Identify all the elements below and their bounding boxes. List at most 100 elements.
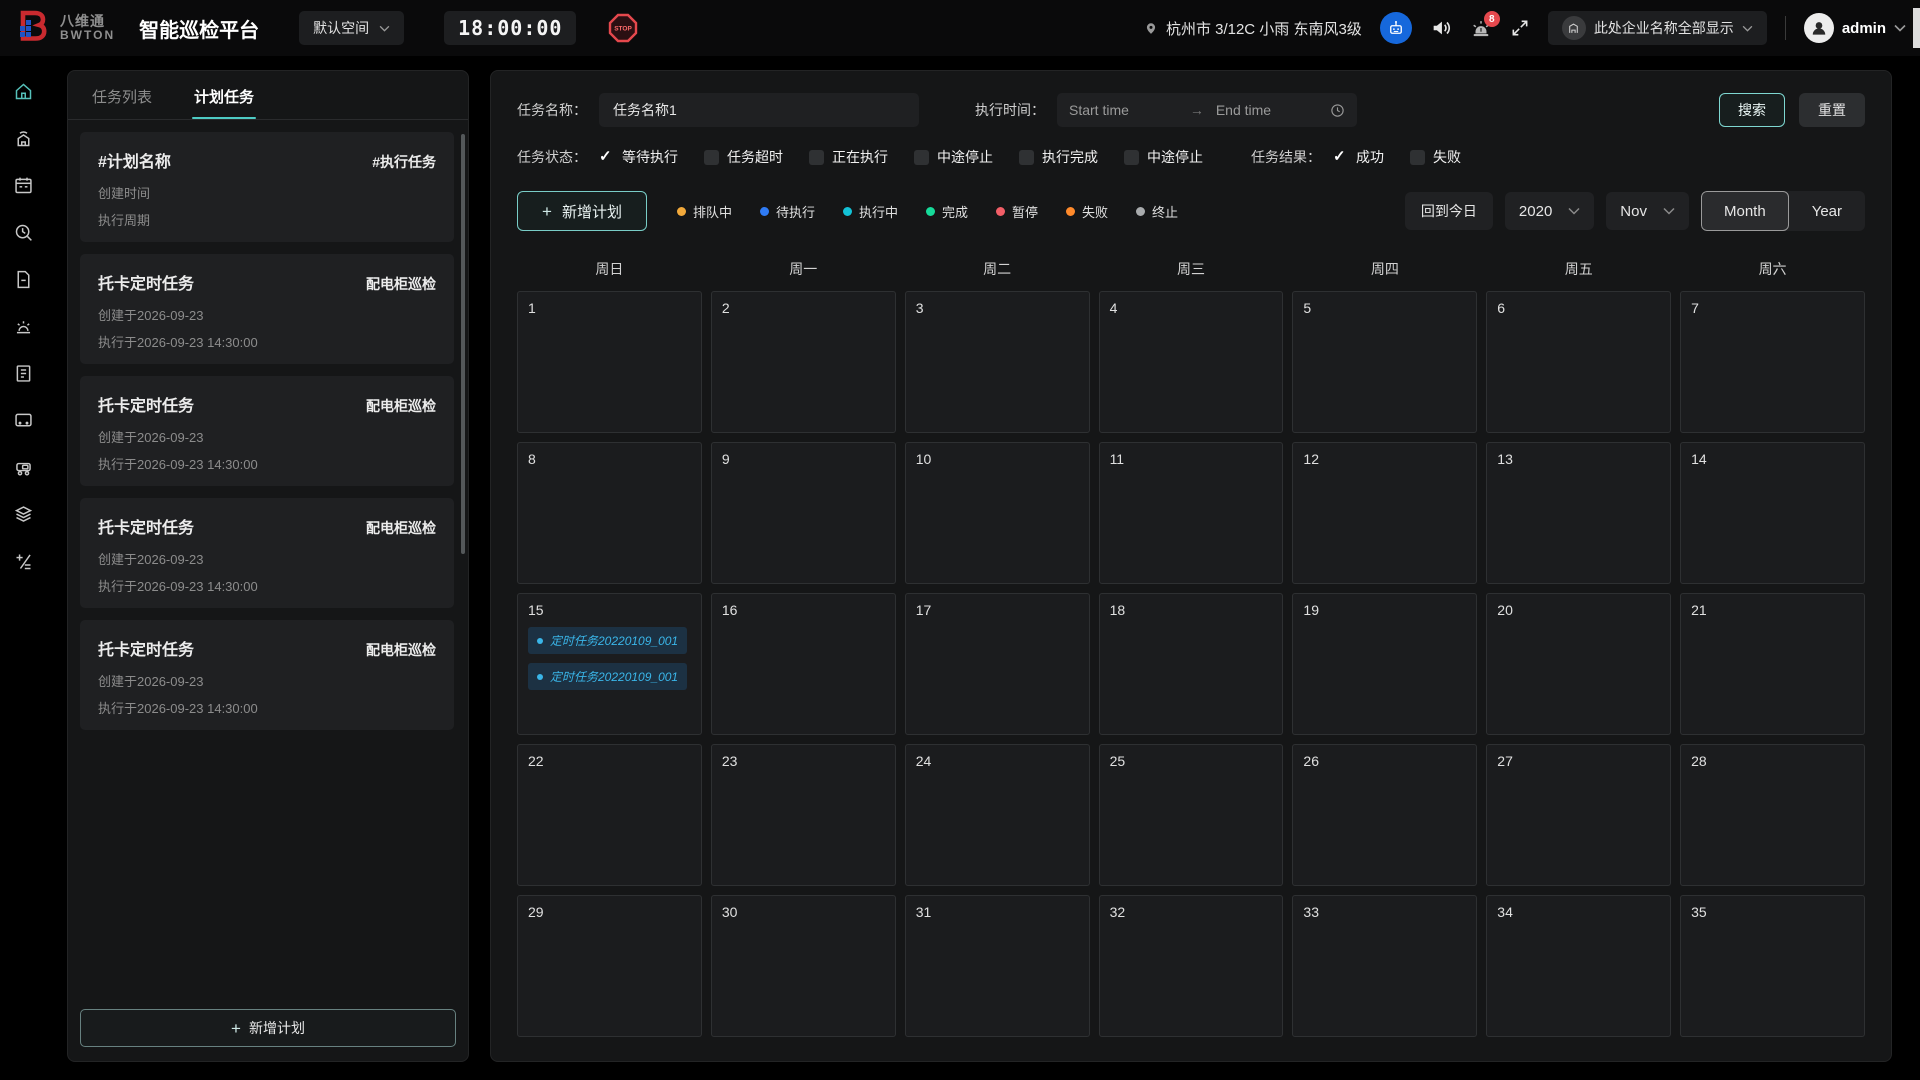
brand-name-en: BWTON — [60, 29, 115, 42]
month-select-value: Nov — [1620, 203, 1647, 220]
user-menu[interactable]: admin — [1804, 13, 1906, 43]
calendar-day-cell[interactable]: 15 定时任务20220109_001 定时任务20220109_001 — [517, 593, 702, 735]
task-card[interactable]: 托卡定时任务 配电柜巡检 创建于2026-09-23 执行于2026-09-23… — [80, 376, 454, 486]
tab-planned-tasks[interactable]: 计划任务 — [192, 71, 256, 119]
calendar-day-cell[interactable]: 28 — [1680, 744, 1865, 886]
calendar-day-cell[interactable]: 10 — [905, 442, 1090, 584]
calendar-day-cell[interactable]: 12 — [1292, 442, 1477, 584]
task-card[interactable]: 托卡定时任务 配电柜巡检 创建于2026-09-23 执行于2026-09-23… — [80, 498, 454, 608]
month-select[interactable]: Nov — [1606, 192, 1689, 230]
calendar-day-cell[interactable]: 8 — [517, 442, 702, 584]
task-card-list: #计划名称 #执行任务 创建时间 执行周期 托卡定时任务 配电柜巡检 创建于20… — [68, 120, 468, 997]
task-card[interactable]: 托卡定时任务 配电柜巡检 创建于2026-09-23 执行于2026-09-23… — [80, 254, 454, 364]
task-card-template[interactable]: #计划名称 #执行任务 创建时间 执行周期 — [80, 132, 454, 242]
time-range-picker[interactable]: Start time → End time — [1057, 93, 1357, 127]
sidebar-item-adjust[interactable] — [6, 544, 40, 578]
alarm-button[interactable]: 8 — [1470, 17, 1492, 39]
calendar-day-cell[interactable]: 7 — [1680, 291, 1865, 433]
tab-task-list[interactable]: 任务列表 — [90, 71, 154, 119]
list-scrollbar[interactable] — [461, 134, 465, 554]
day-number: 15 — [528, 602, 691, 618]
calendar-day-cell[interactable]: 5 — [1292, 291, 1477, 433]
add-plan-button-sidebar[interactable]: + 新增计划 — [80, 1009, 456, 1047]
calendar-day-cell[interactable]: 22 — [517, 744, 702, 886]
expand-icon — [1510, 18, 1530, 38]
reset-button[interactable]: 重置 — [1799, 93, 1865, 127]
calendar-day-cell[interactable]: 18 — [1099, 593, 1284, 735]
fullscreen-button[interactable] — [1510, 18, 1530, 38]
calendar-day-cell[interactable]: 31 — [905, 895, 1090, 1037]
sidebar-item-home[interactable] — [6, 74, 40, 108]
sidebar-item-robot[interactable] — [6, 450, 40, 484]
status-checkbox-running[interactable]: 正在执行 — [809, 147, 888, 167]
sidebar-item-inspection-search[interactable] — [6, 215, 40, 249]
sidebar-item-document[interactable] — [6, 262, 40, 296]
task-name-input[interactable] — [599, 93, 919, 127]
calendar-day-cell[interactable]: 29 — [517, 895, 702, 1037]
calendar-event-chip[interactable]: 定时任务20220109_001 — [528, 627, 687, 654]
view-toggle-month[interactable]: Month — [1701, 191, 1789, 231]
calendar-day-cell[interactable]: 19 — [1292, 593, 1477, 735]
calendar-day-cell[interactable]: 30 — [711, 895, 896, 1037]
add-plan-button[interactable]: + 新增计划 — [517, 191, 647, 231]
enterprise-selector[interactable]: 此处企业名称全部显示 — [1548, 11, 1767, 45]
status-checkbox-stopped[interactable]: 中途停止 — [914, 147, 993, 167]
chevron-down-icon — [1894, 24, 1906, 32]
calendar-day-cell[interactable]: 14 — [1680, 442, 1865, 584]
status-checkbox-finished[interactable]: 执行完成 — [1019, 147, 1098, 167]
calendar-day-cell[interactable]: 13 — [1486, 442, 1671, 584]
status-checkbox-timeout[interactable]: 任务超时 — [704, 147, 783, 167]
sidebar-item-station[interactable] — [6, 121, 40, 155]
calendar-day-cell[interactable]: 23 — [711, 744, 896, 886]
sidebar-item-monitor[interactable] — [6, 403, 40, 437]
result-checkbox-success[interactable]: 成功 — [1333, 147, 1384, 167]
result-checkbox-fail[interactable]: 失败 — [1410, 147, 1461, 167]
calendar-day-cell[interactable]: 2 — [711, 291, 896, 433]
task-card[interactable]: 托卡定时任务 配电柜巡检 创建于2026-09-23 执行于2026-09-23… — [80, 620, 454, 730]
header-divider — [1785, 16, 1786, 40]
calendar-day-cell[interactable]: 21 — [1680, 593, 1865, 735]
calendar-event-chip[interactable]: 定时任务20220109_001 — [528, 663, 687, 690]
calendar-day-cell[interactable]: 3 — [905, 291, 1090, 433]
calendar-day-cell[interactable]: 35 — [1680, 895, 1865, 1037]
svg-text:STOP: STOP — [615, 26, 633, 33]
status-checkbox-stopped-2[interactable]: 中途停止 — [1124, 147, 1203, 167]
calendar-day-cell[interactable]: 25 — [1099, 744, 1284, 886]
calendar-day-cell[interactable]: 26 — [1292, 744, 1477, 886]
calendar-day-cell[interactable]: 11 — [1099, 442, 1284, 584]
location-pin-icon — [1144, 20, 1158, 37]
alarm-icon — [13, 316, 34, 337]
calendar-day-cell[interactable]: 32 — [1099, 895, 1284, 1037]
calendar-day-cell[interactable]: 17 — [905, 593, 1090, 735]
calendar-day-cell[interactable]: 20 — [1486, 593, 1671, 735]
calendar-day-cell[interactable]: 1 — [517, 291, 702, 433]
page-scrollbar[interactable] — [1913, 0, 1920, 56]
calendar-day-cell[interactable]: 6 — [1486, 291, 1671, 433]
calendar-day-cell[interactable]: 9 — [711, 442, 896, 584]
assistant-button[interactable] — [1380, 12, 1412, 44]
stop-button[interactable]: STOP — [608, 13, 638, 43]
status-checkbox-waiting[interactable]: 等待执行 — [599, 147, 678, 167]
view-toggle-year[interactable]: Year — [1789, 191, 1865, 231]
day-number: 10 — [916, 451, 1079, 467]
sidebar-item-layers[interactable] — [6, 497, 40, 531]
calendar-day-cell[interactable]: 4 — [1099, 291, 1284, 433]
sidebar-item-report[interactable] — [6, 356, 40, 390]
back-to-today-button[interactable]: 回到今日 — [1405, 192, 1493, 230]
year-select[interactable]: 2020 — [1505, 192, 1594, 230]
sidebar-item-alarm[interactable] — [6, 309, 40, 343]
calendar-day-cell[interactable]: 33 — [1292, 895, 1477, 1037]
weekday-label: 周三 — [1099, 253, 1284, 289]
top-header: 八维通 BWTON 智能巡检平台 默认空间 18:00:00 STOP 杭州市 … — [0, 0, 1920, 56]
calendar-day-cell[interactable]: 27 — [1486, 744, 1671, 886]
space-selector[interactable]: 默认空间 — [299, 11, 404, 45]
sound-button[interactable] — [1430, 17, 1452, 39]
sidebar-item-schedule[interactable] — [6, 168, 40, 202]
search-button[interactable]: 搜索 — [1719, 93, 1785, 127]
calendar-day-cell[interactable]: 24 — [905, 744, 1090, 886]
day-number: 31 — [916, 904, 1079, 920]
task-result-label: 任务结果： — [1251, 147, 1321, 167]
calendar-day-cell[interactable]: 16 — [711, 593, 896, 735]
calendar-day-cell[interactable]: 34 — [1486, 895, 1671, 1037]
legend-pending: 待执行 — [760, 202, 815, 221]
